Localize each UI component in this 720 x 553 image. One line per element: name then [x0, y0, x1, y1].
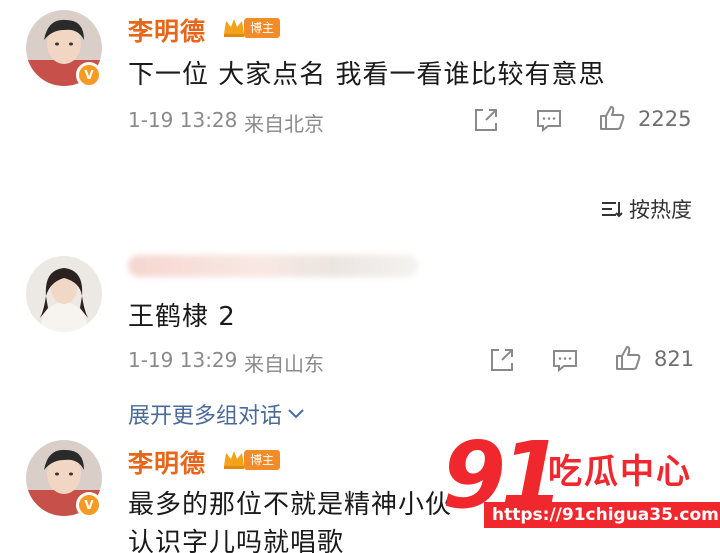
sort-toggle[interactable]: 按热度 — [601, 194, 692, 224]
comment-text: 下一位 大家点名 我看一看谁比较有意思 — [128, 60, 606, 90]
crown-icon — [224, 19, 244, 37]
share-icon[interactable] — [488, 346, 516, 374]
chevron-down-icon — [288, 409, 304, 419]
share-icon[interactable] — [472, 106, 500, 134]
watermark: 91 吃瓜中心 https://91chigua35.com — [442, 430, 720, 553]
verified-icon: V — [76, 492, 102, 518]
like-icon[interactable] — [598, 104, 626, 132]
comment-text-line-2: 认识字儿吗就唱歌 — [128, 528, 345, 553]
like-icon[interactable] — [614, 344, 642, 372]
expand-label: 展开更多组对话 — [128, 404, 283, 429]
verified-icon: V — [76, 62, 102, 88]
comment-icon[interactable] — [535, 106, 563, 134]
comment-location: 来自山东 — [244, 352, 324, 376]
username[interactable]: 李明德 — [128, 444, 206, 480]
comment-location: 来自北京 — [244, 112, 324, 136]
blurred-username — [128, 255, 418, 277]
comment-time: 1-19 13:29 — [128, 348, 238, 372]
comment-time: 1-19 13:28 — [128, 108, 238, 132]
avatar[interactable] — [26, 256, 102, 332]
crown-icon — [224, 451, 244, 469]
like-count: 821 — [654, 347, 695, 371]
sort-label: 按热度 — [629, 198, 692, 222]
comment-text-line-1: 最多的那位不就是精神小伙 — [128, 490, 453, 520]
like-count: 2225 — [638, 107, 692, 131]
role-badge: 博主 — [244, 450, 281, 470]
sort-icon — [602, 202, 623, 218]
watermark-brand: 吃瓜中心 — [548, 452, 692, 492]
expand-replies-link[interactable]: 展开更多组对话 — [128, 398, 306, 430]
comment-icon[interactable] — [551, 346, 579, 374]
role-badge: 博主 — [244, 18, 281, 38]
comment-text: 王鹤棣 2 — [128, 302, 236, 332]
watermark-url: https://91chigua35.com — [484, 502, 720, 528]
username[interactable]: 李明德 — [128, 12, 206, 48]
